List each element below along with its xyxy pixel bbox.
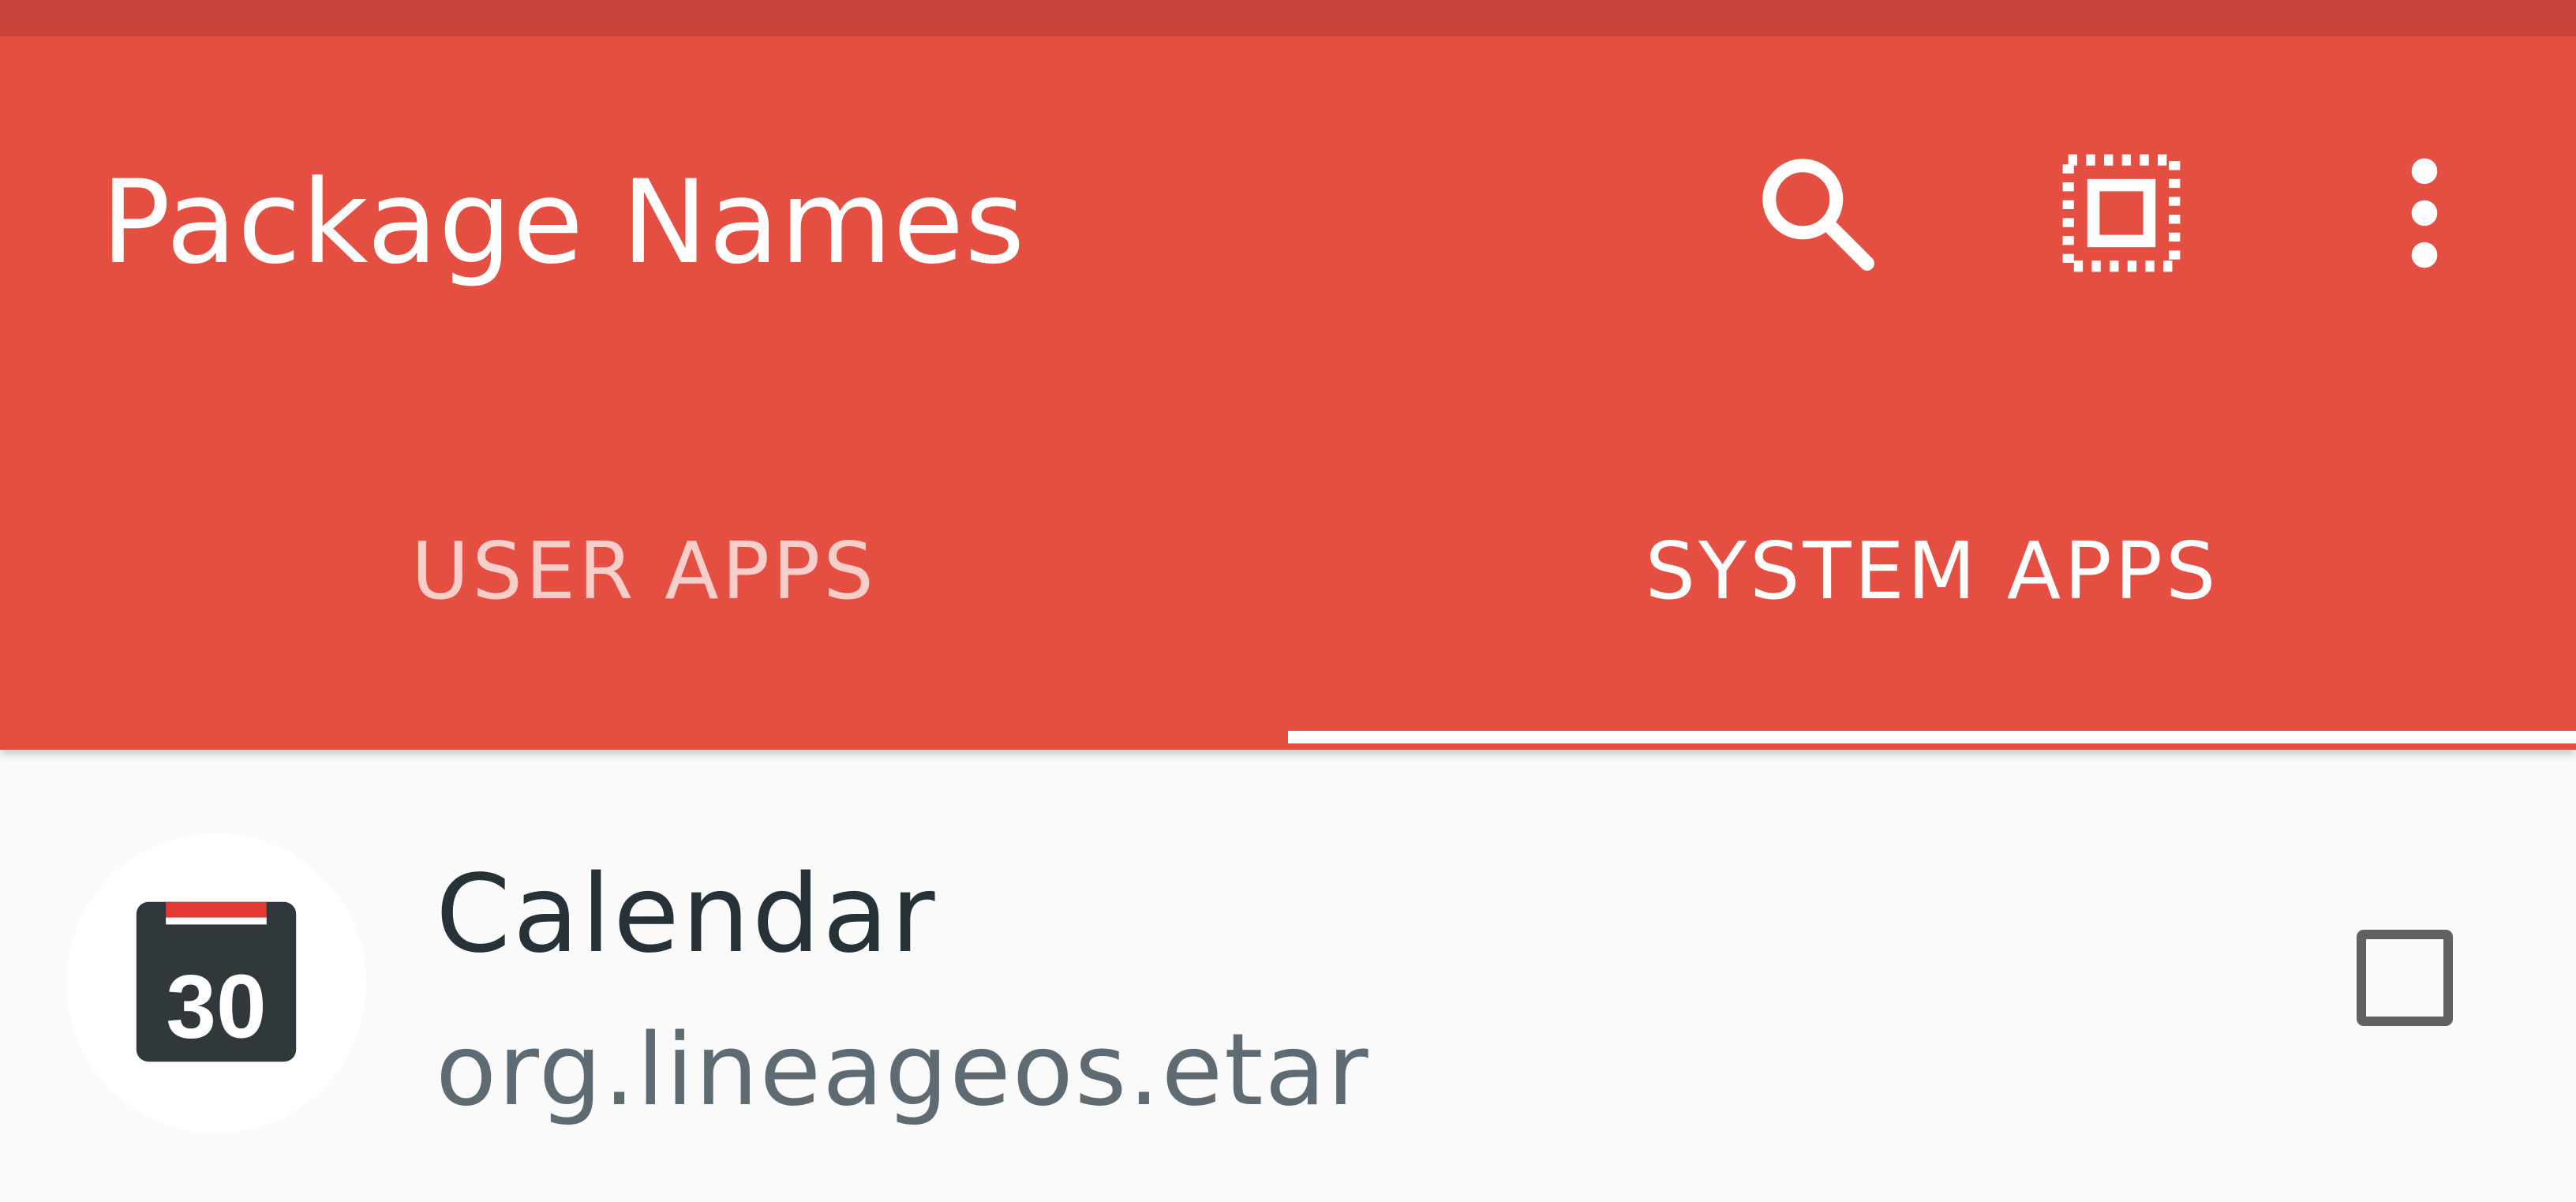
page-title: Package Names <box>101 155 1026 290</box>
select-checkbox[interactable] <box>2353 927 2456 1029</box>
calendar-day-text: 30 <box>166 956 266 1057</box>
avatar: 30 <box>66 833 366 1133</box>
app-name: Calendar <box>436 852 938 977</box>
search-button[interactable] <box>1738 134 1896 292</box>
package-name: org.lineageos.etar <box>436 1012 1370 1128</box>
search-icon <box>1750 146 1884 280</box>
more-vert-icon <box>2357 146 2492 280</box>
selected-tab-indicator <box>1288 731 2576 743</box>
tab-system-apps[interactable]: SYSTEM APPS <box>1288 466 2576 750</box>
select-all-button[interactable] <box>2042 134 2200 292</box>
status-bar <box>0 0 2576 36</box>
list-item[interactable]: 30 Calendar org.lineageos.etar <box>0 789 2576 1202</box>
tab-user-apps[interactable]: USER APPS <box>0 466 1288 750</box>
tab-label: SYSTEM APPS <box>1645 525 2219 617</box>
checkbox-box <box>2357 930 2453 1026</box>
tab-label: USER APPS <box>411 525 877 617</box>
more-options-button[interactable] <box>2346 134 2503 292</box>
calendar-app-icon: 30 <box>129 895 303 1072</box>
select-all-icon <box>2054 146 2188 280</box>
tab-bar: USER APPS SYSTEM APPS <box>0 466 2576 750</box>
